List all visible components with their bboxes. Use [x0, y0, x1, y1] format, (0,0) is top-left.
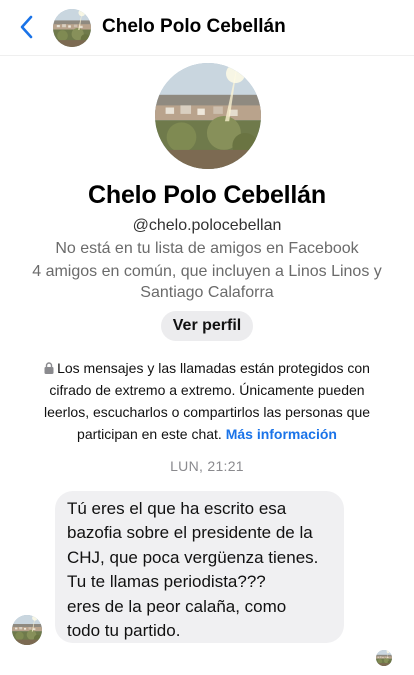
more-info-link[interactable]: Más información	[226, 426, 337, 442]
profile-name: Chelo Polo Cebellán	[88, 181, 326, 209]
message-timestamp: LUN, 21:21	[170, 458, 244, 474]
chat-header: Chelo Polo Cebellán	[0, 0, 414, 56]
encryption-notice: Los mensajes y las llamadas están proteg…	[28, 357, 386, 445]
view-profile-button[interactable]: Ver perfil	[161, 311, 253, 341]
incoming-message-bubble[interactable]: Tú eres el que ha escrito esa bazofia so…	[55, 491, 344, 643]
friend-status: No está en tu lista de amigos en Faceboo…	[55, 240, 359, 257]
profile-avatar[interactable]	[155, 63, 261, 169]
profile-handle: @chelo.polocebellan	[132, 217, 282, 234]
sender-avatar[interactable]	[12, 615, 42, 645]
mutual-friends: 4 amigos en común, que incluyen a Linos …	[32, 263, 382, 301]
back-button[interactable]	[12, 12, 40, 42]
header-contact-name[interactable]: Chelo Polo Cebellán	[102, 16, 286, 38]
lock-icon	[44, 362, 54, 374]
chevron-left-icon	[20, 15, 33, 39]
seen-receipt-avatar	[376, 650, 392, 666]
header-avatar[interactable]	[53, 9, 91, 47]
